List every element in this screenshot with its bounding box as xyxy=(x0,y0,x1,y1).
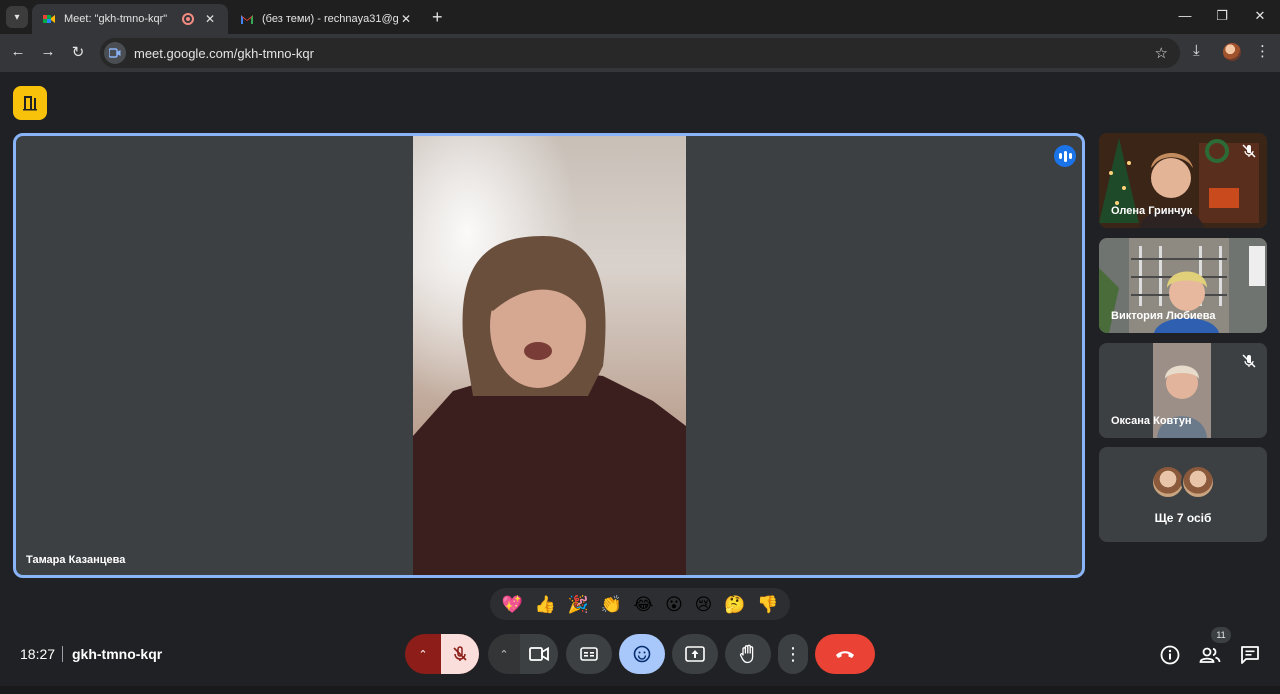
reaction-surprised[interactable]: 😮 xyxy=(665,596,683,613)
participant-tile[interactable]: Виктория Любиева xyxy=(1099,238,1267,333)
meeting-brand-button[interactable] xyxy=(13,86,47,120)
address-bar[interactable]: meet.google.com/gkh-tmno-kqr ☆ xyxy=(100,38,1180,68)
mic-toggle-button[interactable] xyxy=(441,634,479,674)
door-icon xyxy=(23,96,37,111)
end-call-icon xyxy=(836,651,854,658)
participant-name: Олена Гринчук xyxy=(1111,205,1193,217)
reaction-laughing[interactable]: 😂 xyxy=(633,596,653,613)
participant-name: Оксана Ковтун xyxy=(1111,415,1192,427)
tab-gmail[interactable]: (без теми) - rechnaya31@gmai ✕ xyxy=(230,4,424,34)
chat-icon[interactable] xyxy=(1239,644,1261,666)
participant-name: Виктория Любиева xyxy=(1111,310,1216,322)
reactions-button[interactable] xyxy=(619,634,665,674)
bookmark-star-icon[interactable]: ☆ xyxy=(1155,44,1168,62)
closed-captions-icon xyxy=(580,647,598,661)
reaction-thumbs-up[interactable]: 👍 xyxy=(535,596,556,613)
browser-menu-icon[interactable]: ⋮ xyxy=(1255,42,1270,60)
meeting-clock: 18:27 xyxy=(20,646,56,662)
more-participants-label: Ще 7 осіб xyxy=(1154,511,1212,525)
meet-stage: Тамара Казанцева Олена Гринчук Виктория … xyxy=(0,72,1280,694)
close-tab-icon[interactable]: ✕ xyxy=(202,12,218,26)
reaction-sparkling-heart[interactable]: 💖 xyxy=(502,596,523,613)
reaction-crying[interactable]: 😢 xyxy=(695,596,713,613)
taskbar-edge xyxy=(0,686,1280,694)
close-window-icon[interactable]: ✕ xyxy=(1250,8,1270,24)
microphone-control: ⌃ xyxy=(405,634,479,674)
participant-tile[interactable]: Оксана Ковтун xyxy=(1099,343,1267,438)
people-icon[interactable] xyxy=(1199,644,1221,666)
google-meet-icon xyxy=(43,15,55,23)
site-info-icon[interactable] xyxy=(104,42,126,64)
participant-avatars xyxy=(1151,465,1217,499)
mic-off-icon xyxy=(1242,144,1256,158)
main-speaker-tile[interactable]: Тамара Казанцева xyxy=(13,133,1085,578)
avatar xyxy=(1151,465,1185,499)
tab-meet[interactable]: Meet: "gkh-tmno-kqr" ✕ xyxy=(32,4,228,34)
more-vert-icon: ⋮ xyxy=(784,643,802,664)
audio-options-chevron-icon[interactable]: ⌃ xyxy=(405,634,441,674)
mic-off-icon xyxy=(453,646,467,661)
main-speaker-name: Тамара Казанцева xyxy=(26,554,126,566)
present-screen-icon xyxy=(685,646,705,662)
video-options-chevron-icon[interactable]: ⌃ xyxy=(488,634,520,674)
camera-icon xyxy=(529,646,549,662)
profile-avatar[interactable] xyxy=(1223,43,1241,61)
present-screen-button[interactable] xyxy=(672,634,718,674)
new-tab-button[interactable]: + xyxy=(432,7,443,28)
maximize-icon[interactable]: ❐ xyxy=(1212,8,1232,24)
gmail-icon xyxy=(241,15,253,24)
raise-hand-icon xyxy=(739,644,754,664)
reaction-thinking[interactable]: 🤔 xyxy=(724,596,745,613)
reactions-bar: 💖 👍 🎉 👏 😂 😮 😢 🤔 👎 xyxy=(490,588,790,620)
raise-hand-button[interactable] xyxy=(725,634,771,674)
more-participants-tile[interactable]: Ще 7 осіб xyxy=(1099,447,1267,542)
participant-count-badge: 11 xyxy=(1211,627,1231,643)
speaking-indicator-icon xyxy=(1054,145,1076,167)
recording-indicator-icon xyxy=(182,13,194,25)
tab-title: Meet: "gkh-tmno-kqr" xyxy=(64,13,168,25)
captions-button[interactable] xyxy=(566,634,612,674)
browser-toolbar: ← → ↻ meet.google.com/gkh-tmno-kqr ☆ ⤓ ⋮ xyxy=(0,34,1280,72)
forward-icon[interactable]: → xyxy=(38,43,58,60)
emoji-icon xyxy=(633,645,651,663)
reaction-party-popper[interactable]: 🎉 xyxy=(568,596,589,613)
reaction-thumbs-down[interactable]: 👎 xyxy=(757,596,778,613)
camera-control: ⌃ xyxy=(488,634,558,674)
url-text: meet.google.com/gkh-tmno-kqr xyxy=(134,45,314,61)
main-speaker-video xyxy=(413,136,686,575)
meeting-code: gkh-tmno-kqr xyxy=(72,646,163,662)
divider xyxy=(62,646,63,662)
tab-title: (без теми) - rechnaya31@gmai xyxy=(262,13,398,25)
camera-toggle-button[interactable] xyxy=(520,634,558,674)
tab-search-button[interactable]: ▾ xyxy=(6,6,28,28)
back-icon[interactable]: ← xyxy=(8,43,28,60)
mic-off-icon xyxy=(1242,354,1256,368)
more-options-button[interactable]: ⋮ xyxy=(778,634,808,674)
meeting-details-info-icon[interactable] xyxy=(1159,644,1181,666)
browser-tab-bar: ▾ Meet: "gkh-tmno-kqr" ✕ (без теми) - re… xyxy=(0,0,1280,34)
minimize-icon[interactable]: — xyxy=(1175,8,1195,23)
leave-call-button[interactable] xyxy=(815,634,875,674)
reload-icon[interactable]: ↻ xyxy=(68,43,88,61)
participant-tile[interactable]: Олена Гринчук xyxy=(1099,133,1267,228)
avatar xyxy=(1181,465,1215,499)
download-icon[interactable]: ⤓ xyxy=(1193,42,1200,59)
close-tab-icon[interactable]: ✕ xyxy=(398,12,414,26)
reaction-clapping[interactable]: 👏 xyxy=(601,596,622,613)
